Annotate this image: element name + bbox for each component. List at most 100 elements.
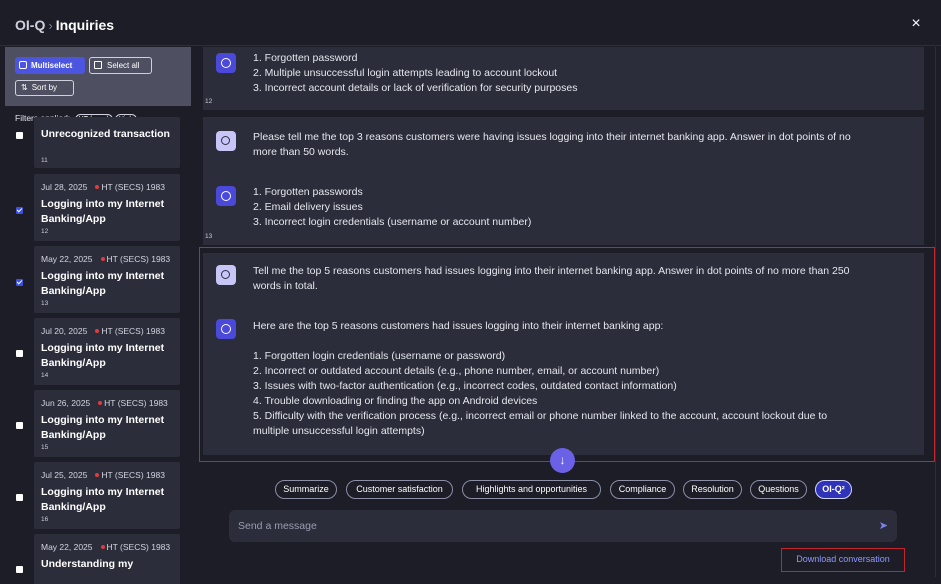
message-input[interactable]: Send a message ➤ [229, 510, 897, 542]
select-all-label: Select all [107, 61, 140, 70]
checkbox-icon [94, 61, 102, 69]
bot-message: 1. Forgotten password 2. Multiple unsucc… [203, 47, 924, 110]
message-line: 3. Incorrect login credentials (username… [253, 216, 532, 228]
download-conversation-button[interactable]: Download conversation [781, 548, 905, 572]
item-checkbox[interactable] [16, 207, 23, 214]
item-index: 13 [41, 300, 49, 307]
breadcrumb-app[interactable]: OI-Q [15, 17, 45, 33]
item-tag: HT (SECS) 1983 [106, 542, 171, 552]
item-checkbox[interactable] [16, 494, 23, 501]
arrow-down-icon: ↓ [559, 453, 566, 467]
item-card[interactable]: Jul 25, 2025 HT (SECS) 1983 Logging into … [34, 462, 180, 529]
conversation-panel: 1. Forgotten password 2. Multiple unsucc… [192, 47, 941, 584]
item-meta: Jul 25, 2025 HT (SECS) 1983 [41, 470, 165, 480]
bot-message: 1. Forgotten passwords 2. Email delivery… [203, 170, 924, 245]
item-index: 12 [41, 228, 49, 235]
item-date: Jul 20, 2025 [41, 326, 88, 336]
item-title: Logging into my Internet Banking/App [41, 270, 165, 297]
message-index: 13 [205, 233, 213, 240]
chip-summarize[interactable]: Summarize [275, 480, 337, 499]
item-card[interactable]: May 22, 2025 HT (SECS) 1983 Logging into … [34, 246, 180, 313]
scrollbar[interactable] [935, 47, 936, 577]
item-index: 15 [41, 444, 49, 451]
scroll-down-button[interactable]: ↓ [550, 448, 575, 473]
sort-by-label: Sort by [31, 83, 58, 92]
item-date: Jun 26, 2025 [41, 398, 91, 408]
message-line: 3. Incorrect account details or lack of … [253, 82, 578, 94]
item-date: May 22, 2025 [41, 542, 93, 552]
sidebar: Multiselect Select all ⇅ Sort by Filters … [5, 47, 191, 584]
item-date: Jul 28, 2025 [41, 182, 88, 192]
item-tag: HT (SECS) 1983 [104, 398, 168, 408]
item-card[interactable]: Jul 20, 2025 HT (SECS) 1983 Logging into … [34, 318, 180, 385]
multiselect-button[interactable]: Multiselect [15, 57, 85, 74]
item-checkbox[interactable] [16, 350, 23, 357]
user-avatar-icon [216, 131, 236, 151]
item-meta: May 22, 2025 HT (SECS) 1983 [41, 542, 170, 552]
chip-oi-q[interactable]: OI-Q² [815, 480, 852, 499]
item-meta: Jun 26, 2025 HT (SECS) 1983 [41, 398, 168, 408]
status-dot [95, 473, 100, 478]
sidebar-toolbar: Multiselect Select all ⇅ Sort by [5, 47, 191, 106]
message-text: Please tell me the top 3 reasons custome… [253, 130, 851, 160]
item-card[interactable]: Jun 26, 2025 HT (SECS) 1983 Logging into … [34, 390, 180, 457]
message-index: 12 [205, 98, 213, 105]
item-tag: HT (SECS) 1983 [101, 182, 165, 192]
item-checkbox[interactable] [16, 422, 23, 429]
item-title: Logging into my Internet Banking/App [41, 198, 165, 225]
message-line: more than 50 words. [253, 146, 349, 158]
item-checkbox[interactable] [16, 132, 23, 139]
status-dot [95, 185, 100, 190]
breadcrumb: OI-Q › Inquiries [15, 17, 114, 33]
message-text: 1. Forgotten passwords 2. Email delivery… [253, 185, 531, 230]
status-dot [95, 329, 100, 334]
item-card[interactable]: May 22, 2025 HT (SECS) 1983 Understanding… [34, 534, 180, 584]
close-icon[interactable]: × [909, 16, 923, 32]
message-line: Please tell me the top 3 reasons custome… [253, 131, 851, 143]
chip-customer-satisfaction[interactable]: Customer satisfaction [346, 480, 453, 499]
item-date: May 22, 2025 [41, 254, 93, 264]
chip-highlights[interactable]: Highlights and opportunities [462, 480, 601, 499]
multiselect-icon [19, 61, 27, 69]
item-checkbox[interactable] [16, 566, 23, 573]
message-placeholder: Send a message [238, 520, 317, 532]
chip-questions[interactable]: Questions [750, 480, 807, 499]
item-title: Unrecognized transaction [41, 128, 170, 140]
sort-icon: ⇅ [21, 83, 28, 92]
item-tag: HT (SECS) 1983 [101, 470, 165, 480]
user-message: Please tell me the top 3 reasons custome… [203, 117, 924, 170]
item-meta: Jul 20, 2025 HT (SECS) 1983 [41, 326, 165, 336]
status-dot [100, 545, 105, 550]
message-line: 2. Multiple unsuccessful login attempts … [253, 67, 558, 79]
message-text: 1. Forgotten password 2. Multiple unsucc… [253, 51, 577, 96]
highlight-frame [199, 247, 935, 462]
item-title: Understanding my [41, 558, 134, 570]
item-card[interactable]: Jul 28, 2025 HT (SECS) 1983 Logging into … [34, 174, 180, 241]
sort-by-button[interactable]: ⇅ Sort by [15, 80, 74, 96]
status-dot [98, 401, 103, 406]
item-tag: HT (SECS) 1983 [106, 254, 171, 264]
message-line: 2. Email delivery issues [253, 201, 363, 213]
chip-compliance[interactable]: Compliance [610, 480, 675, 499]
status-dot [100, 257, 105, 262]
item-card[interactable]: Unrecognized transaction 11 [34, 117, 180, 168]
item-index: 11 [41, 157, 48, 164]
chip-resolution[interactable]: Resolution [683, 480, 742, 499]
multiselect-label: Multiselect [31, 61, 73, 70]
item-title: Logging into my Internet Banking/App [41, 342, 165, 369]
bot-avatar-icon [216, 186, 236, 206]
item-index: 14 [41, 372, 49, 379]
item-checkbox[interactable] [16, 279, 23, 286]
page-title: Inquiries [55, 17, 115, 33]
item-date: Jul 25, 2025 [41, 470, 88, 480]
select-all-button[interactable]: Select all [89, 57, 152, 74]
send-icon[interactable]: ➤ [879, 519, 888, 532]
item-title: Logging into my Internet Banking/App [41, 486, 165, 513]
item-meta: May 22, 2025 HT (SECS) 1983 [41, 254, 170, 264]
message-line: 1. Forgotten passwords [253, 186, 363, 198]
item-meta: Jul 28, 2025 HT (SECS) 1983 [41, 182, 165, 192]
item-tag: HT (SECS) 1983 [101, 326, 165, 336]
bot-avatar-icon [216, 53, 236, 73]
item-title: Logging into my Internet Banking/App [41, 414, 165, 441]
item-index: 16 [41, 516, 49, 523]
